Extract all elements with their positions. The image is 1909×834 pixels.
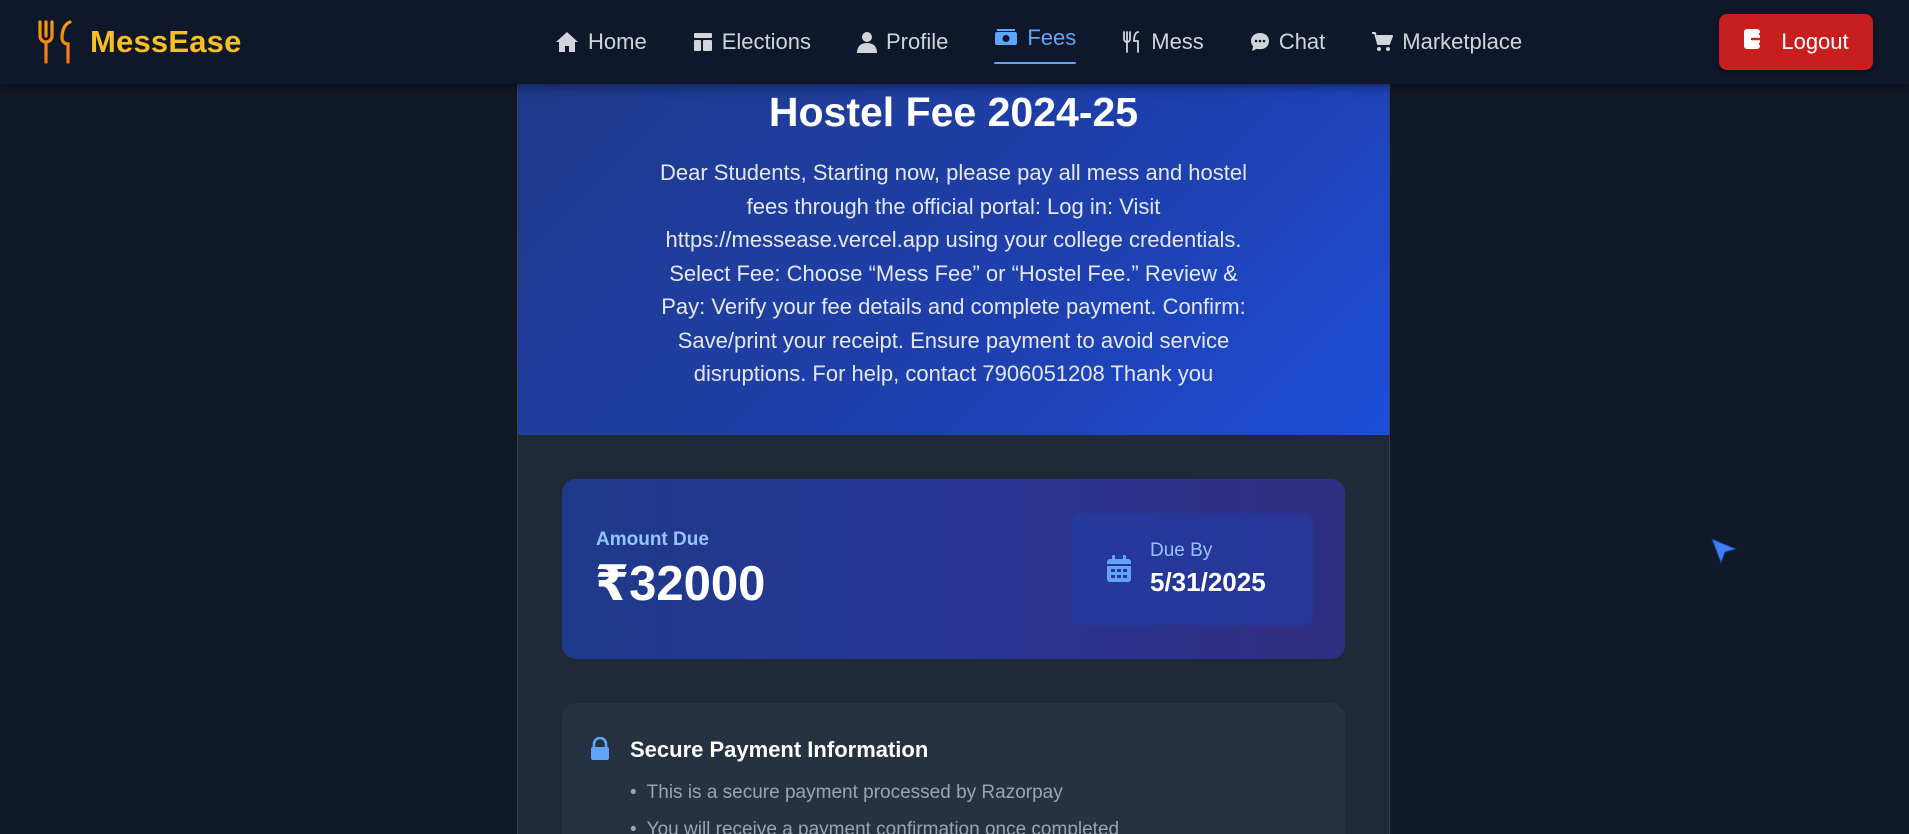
secure-payment-info: Secure Payment Information • This is a se… <box>562 703 1345 834</box>
fee-description: Dear Students, Starting now, please pay … <box>659 160 1247 386</box>
nav-label: Mess <box>1151 29 1204 54</box>
nav-item-elections[interactable]: Elections <box>670 0 834 84</box>
bullet-icon: • <box>630 819 637 834</box>
lock-icon <box>590 736 610 766</box>
nav-label: Home <box>588 29 647 54</box>
calendar-icon <box>1106 555 1132 588</box>
nav-item-mess[interactable]: Mess <box>1099 0 1227 84</box>
cart-icon <box>1371 32 1394 52</box>
mouse-pointer-icon <box>1710 537 1738 570</box>
amount-due-value: ₹32000 <box>595 557 766 611</box>
nav-item-marketplace[interactable]: Marketplace <box>1348 0 1545 84</box>
list-item: • This is a secure payment processed by R… <box>630 781 1119 818</box>
logout-icon <box>1743 28 1767 56</box>
fee-header: Hostel Fee 2024-25 Dear Students, Starti… <box>518 84 1389 435</box>
list-item: • You will receive a payment confirmation… <box>630 818 1119 834</box>
list-item-text: This is a secure payment processed by Ra… <box>646 782 1063 803</box>
logout-label: Logout <box>1781 29 1849 54</box>
due-date-box: Due By 5/31/2025 <box>1072 513 1313 625</box>
brand-logo[interactable]: MessEase <box>36 18 242 66</box>
brand-name: MessEase <box>90 24 242 59</box>
list-item-text: You will receive a payment confirmation … <box>646 819 1120 834</box>
nav-item-chat[interactable]: Chat <box>1227 0 1348 84</box>
secure-payment-title: Secure Payment Information <box>630 737 929 762</box>
nav-label: Elections <box>721 29 811 54</box>
secure-payment-list: • This is a secure payment processed by R… <box>630 781 1119 834</box>
due-by-label: Due By <box>1150 540 1213 561</box>
utensils-icon <box>1122 31 1142 53</box>
nav-label: Marketplace <box>1402 29 1523 54</box>
nav-label: Profile <box>885 29 949 54</box>
page-title: Hostel Fee 2024-25 <box>768 89 1139 135</box>
nav-item-home[interactable]: Home <box>532 0 670 84</box>
user-icon <box>856 31 877 53</box>
home-icon <box>555 31 579 53</box>
amount-due-panel: Amount Due ₹32000 Due By 5/31/2025 <box>562 479 1345 659</box>
nav-label: Chat <box>1278 29 1326 54</box>
navbar: MessEase Home Elections Profile Fees Mes… <box>0 0 1909 84</box>
bullet-icon: • <box>630 782 637 803</box>
nav-item-fees[interactable]: Fees <box>971 0 1099 84</box>
nav-links: Home Elections Profile Fees Mess Chat Ma… <box>532 0 1545 84</box>
amount-due-label: Amount Due <box>596 529 709 550</box>
money-icon <box>994 29 1018 51</box>
nav-item-profile[interactable]: Profile <box>834 0 971 84</box>
nav-label: Fees <box>1027 25 1077 50</box>
due-date-value: 5/31/2025 <box>1150 567 1266 597</box>
layout-icon <box>693 32 713 52</box>
fee-card: Hostel Fee 2024-25 Dear Students, Starti… <box>517 84 1390 834</box>
chat-bubble-icon <box>1250 32 1270 52</box>
logout-button[interactable]: Logout <box>1719 14 1873 70</box>
fork-knife-icon <box>36 18 80 66</box>
